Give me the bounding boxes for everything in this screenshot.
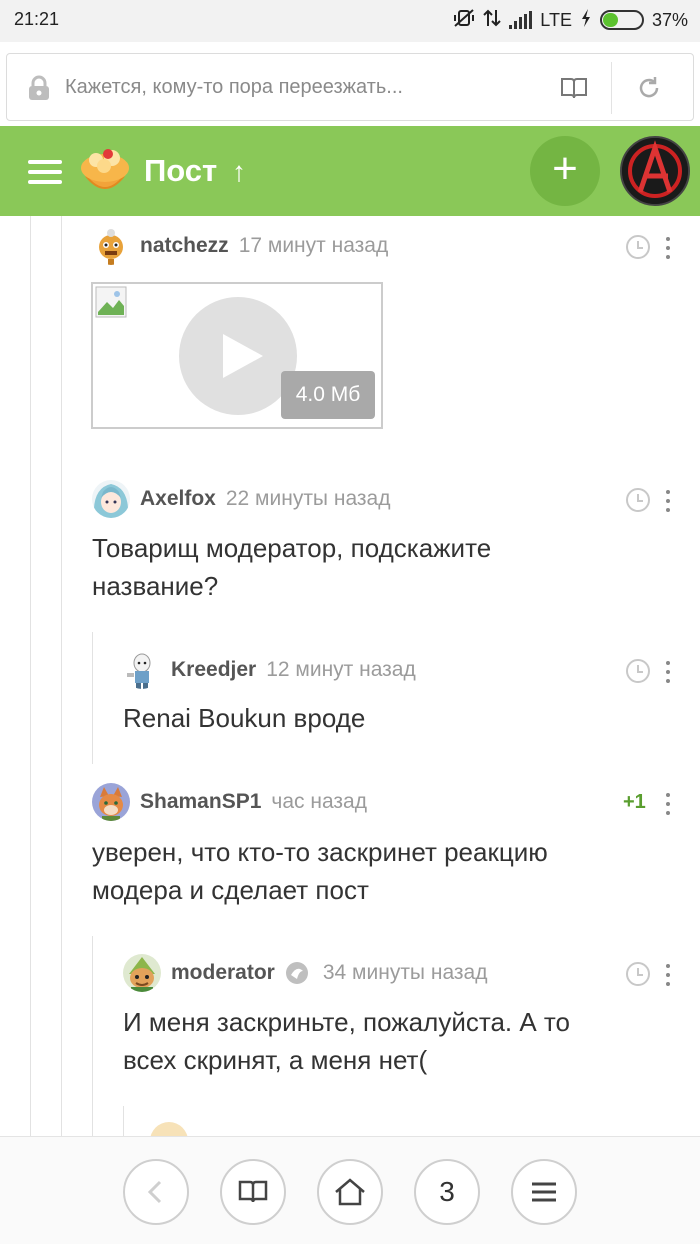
comment-time: 17 минут назад [238, 234, 389, 257]
menu-icon[interactable] [28, 160, 62, 184]
more-icon[interactable] [665, 964, 671, 986]
comment-author[interactable]: ShamanSP1 [140, 790, 261, 814]
comment: ShamanSP1 час назад +1 уверен, что кто-т… [0, 776, 700, 926]
comment-author[interactable]: Kreedjer [171, 658, 256, 682]
play-button[interactable] [179, 297, 297, 415]
comment-rating[interactable]: +1 [623, 791, 646, 814]
app-header: Пост ↑ + [0, 126, 700, 216]
tabs-button[interactable]: 3 [414, 1159, 480, 1225]
data-transfer-icon [483, 8, 501, 32]
battery-percent: 37% [651, 9, 688, 30]
more-icon[interactable] [665, 793, 671, 815]
video-attachment[interactable]: 4.0 Мб [91, 282, 383, 429]
more-icon[interactable] [665, 490, 671, 512]
more-icon[interactable] [665, 237, 671, 259]
url-text[interactable]: Кажется, кому-то пора переезжать... [65, 76, 403, 99]
thread-line [123, 1106, 124, 1136]
comment: Axelfox 22 минуты назад Товарищ модерато… [0, 466, 700, 616]
more-icon[interactable] [665, 661, 671, 683]
comment: natchezz 17 минут назад 4.0 Мб [0, 216, 700, 456]
broken-image-icon [95, 286, 127, 318]
comment-text: уверен, что кто-то заскринет реакцию мод… [92, 837, 548, 905]
back-button[interactable] [123, 1159, 189, 1225]
comments-list: natchezz 17 минут назад 4.0 Мб Axelfox 2… [0, 216, 700, 1136]
home-button[interactable] [317, 1159, 383, 1225]
tab-count: 3 [439, 1176, 455, 1207]
user-avatar[interactable] [620, 136, 690, 206]
comment: Kreedjer 12 минут назад Renai Boukun вро… [0, 636, 700, 756]
muted-vibrate-icon [453, 8, 475, 32]
comment-time: 12 минут назад [266, 658, 416, 681]
reader-button[interactable] [220, 1159, 286, 1225]
status-time: 21:21 [14, 9, 60, 29]
chevron-left-icon [147, 1180, 162, 1204]
pikabu-logo[interactable] [78, 146, 132, 198]
comment: moderator 34 минуты назад И меня заскрин… [0, 946, 700, 1096]
avatar[interactable] [92, 227, 130, 265]
add-post-button[interactable]: + [530, 136, 600, 206]
reload-icon[interactable] [635, 74, 663, 102]
avatar[interactable] [150, 1122, 188, 1136]
home-icon [335, 1178, 365, 1206]
clock-icon[interactable] [625, 658, 651, 684]
comment-time: 22 минуты назад [225, 487, 391, 510]
comment-time: 34 минуты назад [322, 961, 488, 984]
avatar[interactable] [123, 651, 161, 689]
signal-icon [509, 11, 533, 29]
scroll-up-icon[interactable]: ↑ [232, 156, 246, 188]
charging-icon [580, 8, 592, 32]
page-title: Пост [144, 153, 218, 188]
clock-icon[interactable] [625, 487, 651, 513]
avatar[interactable] [123, 954, 161, 992]
comment-author[interactable]: Axelfox [140, 487, 216, 511]
comment-author[interactable]: natchezz [140, 234, 229, 258]
url-bar[interactable]: Кажется, кому-то пора переезжать... [6, 53, 694, 121]
url-divider [611, 62, 612, 114]
clock-icon[interactable] [625, 961, 651, 987]
video-size: 4.0 Мб [281, 371, 375, 419]
avatar[interactable] [92, 480, 130, 518]
comment-time: час назад [271, 790, 367, 813]
menu-button[interactable] [511, 1159, 577, 1225]
comment-text: Renai Boukun вроде [123, 703, 366, 733]
lock-icon [29, 75, 49, 100]
comment-author[interactable]: moderator [171, 961, 275, 985]
book-icon [238, 1180, 268, 1203]
reader-book-icon[interactable] [559, 74, 589, 102]
comment-partial [150, 1122, 190, 1136]
moderator-badge-icon [285, 962, 308, 984]
comment-text: И меня заскриньте, пожалуйста. А то всех… [123, 1007, 571, 1075]
battery-fill [602, 13, 618, 27]
bottom-navigation: 3 [0, 1136, 700, 1244]
battery-icon [599, 10, 644, 30]
status-icons: LTE 37% [453, 8, 688, 32]
avatar[interactable] [92, 783, 130, 821]
clock-icon[interactable] [625, 234, 651, 260]
status-bar: 21:21 LTE 37% [0, 0, 700, 42]
comment-text: Товарищ модератор, подскажите название? [92, 533, 492, 601]
network-type: LTE [540, 9, 572, 30]
hamburger-icon [532, 1182, 556, 1202]
